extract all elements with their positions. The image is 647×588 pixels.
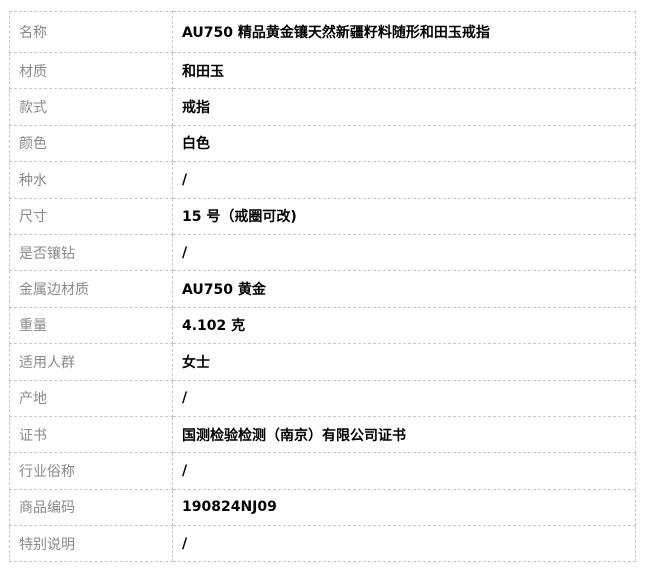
spec-value: 4.102 克 xyxy=(172,306,636,345)
spec-value: / xyxy=(172,525,636,563)
table-row: 重量 4.102 克 xyxy=(9,306,636,345)
spec-label: 重量 xyxy=(9,306,173,345)
table-row: 种水 / xyxy=(9,161,636,199)
spec-value: / xyxy=(172,161,636,199)
spec-label: 尺寸 xyxy=(9,197,173,235)
spec-label: 名称 xyxy=(9,11,173,53)
spec-label: 产地 xyxy=(9,379,173,417)
spec-label: 材质 xyxy=(9,51,173,90)
product-spec-table: 名称 AU750 精品黄金镶天然新疆籽料随形和田玉戒指 材质 和田玉 款式 戒指 颜色 白色种… xyxy=(9,11,636,563)
spec-label: 金属边材质 xyxy=(9,270,173,308)
table-row: 尺寸 15 号（戒圈可改) xyxy=(9,197,636,235)
table-row: 特别说明 / xyxy=(9,525,636,563)
spec-label: 适用人群 xyxy=(9,343,173,381)
table-row: 颜色 白色 xyxy=(9,124,636,163)
spec-value: 白色 xyxy=(172,124,636,163)
table-row: 商品编码 190824NJ09 xyxy=(9,488,636,527)
table-row: 是否镶钻 / xyxy=(9,233,636,272)
spec-value: / xyxy=(172,379,636,417)
spec-value: 女士 xyxy=(172,343,636,381)
spec-value: / xyxy=(172,233,636,272)
table-row: 证书 国测检验检测（南京）有限公司证书 xyxy=(9,415,636,454)
spec-label: 特别说明 xyxy=(9,525,173,563)
spec-value: 15 号（戒圈可改) xyxy=(172,197,636,235)
table-row: 金属边材质 AU750 黄金 xyxy=(9,270,636,308)
spec-label: 是否镶钻 xyxy=(9,233,173,272)
spec-value: 戒指 xyxy=(172,88,636,126)
table-row: 行业俗称 / xyxy=(9,452,636,490)
spec-value: 和田玉 xyxy=(172,51,636,90)
spec-value: 190824NJ09 xyxy=(172,488,636,527)
spec-label: 行业俗称 xyxy=(9,452,173,490)
spec-value: AU750 精品黄金镶天然新疆籽料随形和田玉戒指 xyxy=(172,11,636,53)
spec-label: 证书 xyxy=(9,415,173,454)
spec-value: AU750 黄金 xyxy=(172,270,636,308)
spec-value: / xyxy=(172,452,636,490)
table-row: 款式 戒指 xyxy=(9,88,636,126)
spec-value: 国测检验检测（南京）有限公司证书 xyxy=(172,415,636,454)
spec-label: 款式 xyxy=(9,88,173,126)
table-row: 名称 AU750 精品黄金镶天然新疆籽料随形和田玉戒指 xyxy=(9,11,636,53)
spec-label: 种水 xyxy=(9,161,173,199)
spec-label: 商品编码 xyxy=(9,488,173,527)
table-row: 产地 / xyxy=(9,379,636,417)
table-row: 适用人群 女士 xyxy=(9,343,636,381)
spec-label: 颜色 xyxy=(9,124,173,163)
table-row: 材质 和田玉 xyxy=(9,51,636,90)
